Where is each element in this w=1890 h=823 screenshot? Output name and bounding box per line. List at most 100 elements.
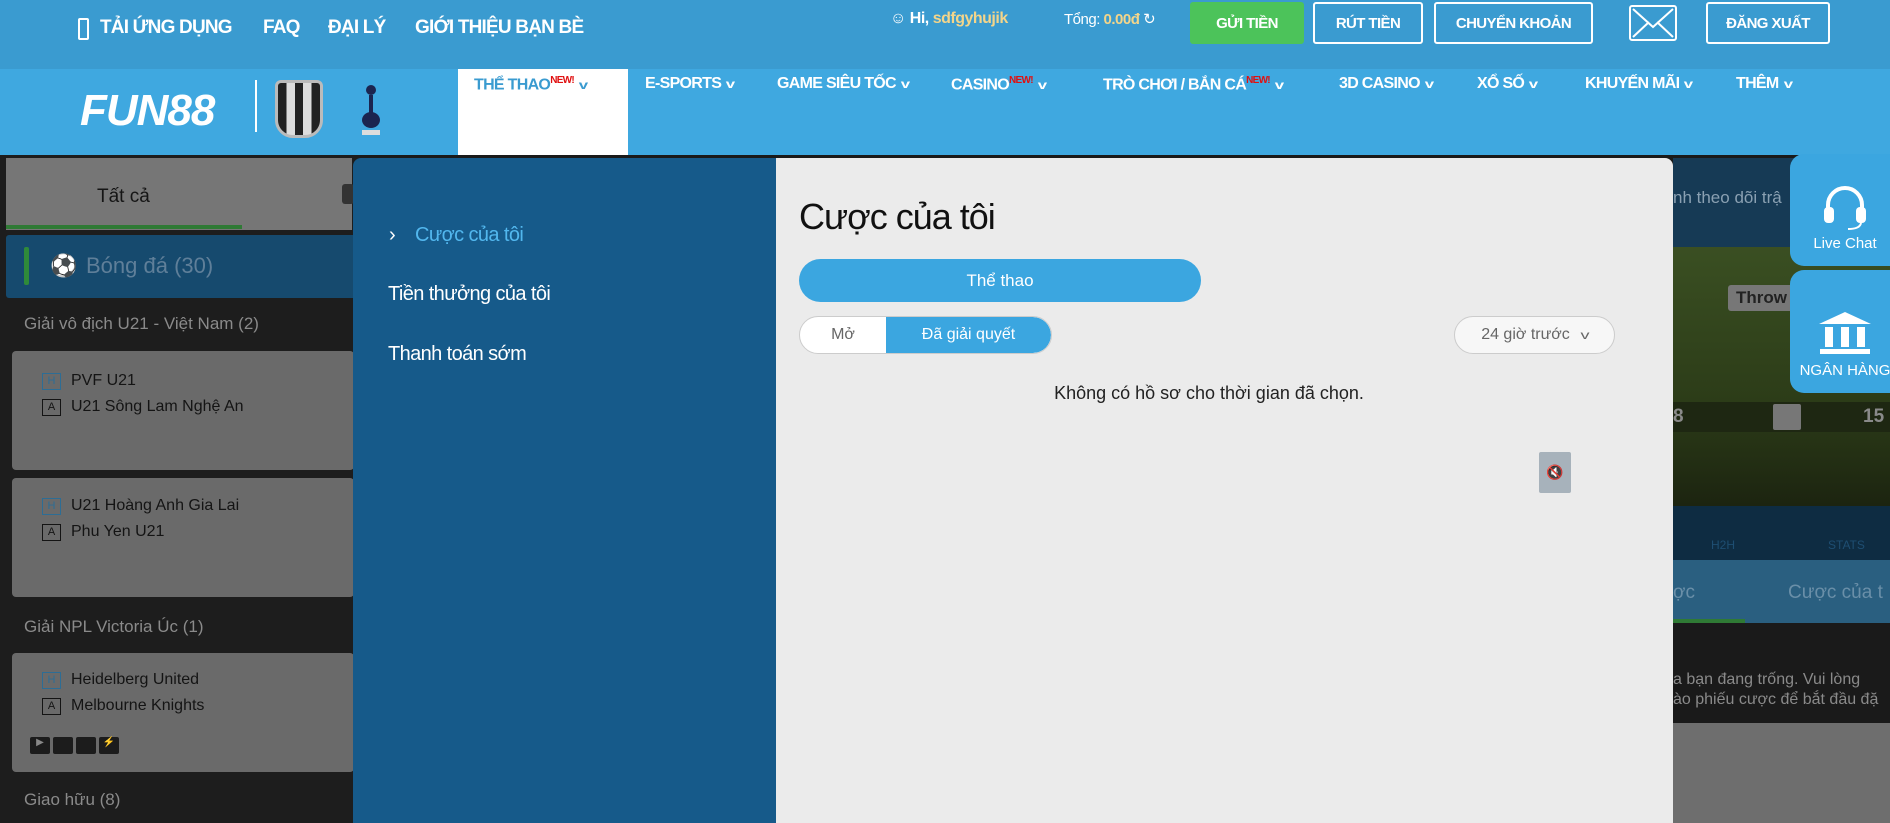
tab-stats[interactable]: STATS: [1828, 538, 1865, 552]
new-badge: NEW!: [1246, 75, 1271, 86]
empty-line-1: a bạn đang trống. Vui lòng: [1673, 671, 1861, 688]
active-indicator: [24, 247, 29, 285]
field-event-label: Throw: [1728, 285, 1795, 311]
tab-h2h[interactable]: H2H: [1711, 538, 1735, 552]
nav-item-lottery[interactable]: XỔ SỐ v: [1477, 75, 1538, 93]
tab-betslip[interactable]: ợc: [1673, 582, 1695, 604]
league-header[interactable]: Giải NPL Victoria Úc (1): [24, 617, 204, 637]
refer-friend-link[interactable]: GIỚI THIỆU BẠN BÈ: [415, 17, 584, 39]
user-greeting[interactable]: ☺ Hi, sdfgyhujik: [890, 10, 1008, 28]
page-title: Cược của tôi: [799, 196, 996, 237]
menu-item-my-bonus[interactable]: Tiền thưởng của tôi: [388, 283, 551, 306]
headset-icon: [1824, 186, 1866, 230]
balance: Tổng: 0.00đ ↻: [1064, 10, 1156, 28]
logo-divider: [255, 80, 257, 132]
away-badge: A: [42, 398, 61, 416]
scoreboard-icon: [53, 737, 73, 754]
away-team: A Melbourne Knights: [42, 697, 204, 715]
live-stream-icon: ▶: [30, 737, 50, 754]
nav-item-promotions[interactable]: KHUYẾN MÃI v: [1585, 75, 1694, 93]
match-card[interactable]: H Heidelberg United A Melbourne Knights ▶ …: [12, 653, 354, 772]
menu-item-my-bets[interactable]: Cược của tôi: [415, 224, 524, 247]
mail-icon[interactable]: [1629, 5, 1677, 41]
phone-icon: [78, 18, 89, 40]
chevron-down-icon: v: [1274, 78, 1284, 93]
away-team: A Phu Yen U21: [42, 523, 164, 541]
deposit-button[interactable]: GỬI TIỀN: [1190, 2, 1304, 44]
nav-item-esports[interactable]: E-SPORTS v: [645, 75, 735, 93]
away-badge: A: [42, 523, 61, 541]
betslip-empty: a bạn đang trống. Vui lòng ào phiếu cược…: [1673, 623, 1890, 723]
new-badge: NEW!: [550, 75, 575, 86]
live-chat-label: Live Chat: [1813, 235, 1877, 252]
tab-settled[interactable]: Đã giải quyết: [886, 317, 1051, 353]
bank-label: NGÂN HÀNG: [1799, 362, 1890, 379]
league-header[interactable]: Giải vô địch U21 - Việt Nam (2): [24, 314, 259, 334]
league-header[interactable]: Giao hữu (8): [24, 790, 120, 810]
football-icon: ⚽: [50, 253, 78, 278]
header-text: nh theo dõi trậ: [1673, 188, 1782, 207]
mute-icon[interactable]: 🔇: [1539, 452, 1571, 493]
nav-item-3d-casino[interactable]: 3D CASINO v: [1339, 75, 1434, 93]
tab-all[interactable]: Tất cả: [97, 186, 150, 208]
category-sports-tab[interactable]: Thể thao: [799, 259, 1201, 302]
background-footer: [1673, 723, 1890, 823]
bank-widget[interactable]: NGÂN HÀNG: [1790, 270, 1890, 393]
period-value: 24 giờ trước: [1481, 326, 1570, 343]
tracker-tabs: H2H STATS: [1673, 506, 1890, 560]
home-team: H U21 Hoàng Anh Gia Lai: [42, 497, 239, 515]
match-feature-icons: ▶ ⚡: [30, 737, 119, 754]
newcastle-crest-icon: [275, 80, 323, 138]
tab-underline: [6, 225, 242, 229]
chevron-down-icon: v: [726, 77, 735, 91]
nav-item-more[interactable]: THÊM v: [1736, 75, 1793, 93]
tab-open[interactable]: Mở: [800, 317, 886, 353]
faq-link[interactable]: FAQ: [263, 17, 300, 39]
greeting-text: Hi,: [909, 10, 929, 27]
refresh-icon[interactable]: ↻: [1143, 11, 1156, 28]
stats-icon: [76, 737, 96, 754]
agent-link[interactable]: ĐẠI LÝ: [328, 17, 386, 39]
score-left: 8: [1673, 406, 1684, 427]
nav-item-games-fishing[interactable]: TRÒ CHƠI / BẮN CÁNEW! v: [1103, 75, 1284, 94]
fun88-logo[interactable]: FUN88: [80, 86, 215, 136]
period-select[interactable]: 24 giờ trước v: [1454, 316, 1615, 354]
username: sdfgyhujik: [932, 10, 1009, 27]
home-badge: H: [42, 497, 61, 515]
chevron-down-icon: v: [1528, 77, 1538, 91]
my-bets-modal: › Cược của tôi Tiền thưởng của tôi Thanh…: [353, 158, 1673, 823]
chevron-down-icon: v: [1424, 77, 1434, 91]
modal-menu: › Cược của tôi Tiền thưởng của tôi Thanh…: [353, 158, 776, 823]
away-team: A U21 Sông Lam Nghệ An: [42, 398, 244, 416]
withdraw-button[interactable]: RÚT TIỀN: [1313, 2, 1423, 44]
logout-button[interactable]: ĐĂNG XUẤT: [1706, 2, 1830, 44]
chevron-down-icon: v: [1783, 77, 1792, 91]
sidebar-tab-bar: [6, 158, 352, 230]
modal-content: Cược của tôi Thể thao Mở Đã giải quyết 2…: [776, 158, 1673, 823]
empty-line-2: ào phiếu cược để bắt đầu đặ: [1673, 691, 1879, 708]
sport-football-row[interactable]: ⚽ Bóng đá (30): [6, 235, 356, 298]
download-app-link[interactable]: TẢI ỨNG DỤNG: [100, 17, 233, 39]
chevron-down-icon: v: [1580, 328, 1590, 342]
nav-item-fast-games[interactable]: GAME SIÊU TỐC v: [777, 75, 910, 93]
chevron-down-icon: v: [578, 78, 588, 93]
betslip-tabs: ợc Cược của t: [1673, 560, 1890, 623]
nav-item-sports[interactable]: THỂ THAONEW! v: [474, 75, 588, 94]
away-badge: A: [42, 697, 61, 715]
menu-item-early-cashout[interactable]: Thanh toán sớm: [388, 343, 527, 366]
match-card[interactable]: H U21 Hoàng Anh Gia Lai A Phu Yen U21: [12, 478, 354, 597]
chevron-down-icon: v: [1684, 77, 1693, 91]
match-card[interactable]: H PVF U21 A U21 Sông Lam Nghệ An: [12, 351, 354, 470]
chevron-right-icon: ›: [389, 224, 396, 246]
home-badge: H: [42, 372, 61, 390]
user-icon: ☺: [890, 10, 906, 27]
transfer-button[interactable]: CHUYỂN KHOẢN: [1434, 2, 1593, 44]
score-right: 15: [1863, 406, 1885, 427]
live-chat-widget[interactable]: Live Chat: [1790, 154, 1890, 266]
tab-my-bets[interactable]: Cược của t: [1788, 582, 1883, 604]
nav-item-casino[interactable]: CASINONEW! v: [951, 75, 1047, 94]
tottenham-crest-icon: [360, 80, 382, 138]
status-toggle: Mở Đã giải quyết: [799, 316, 1052, 354]
home-badge: H: [42, 671, 61, 689]
balance-value: 0.00đ: [1103, 11, 1140, 28]
